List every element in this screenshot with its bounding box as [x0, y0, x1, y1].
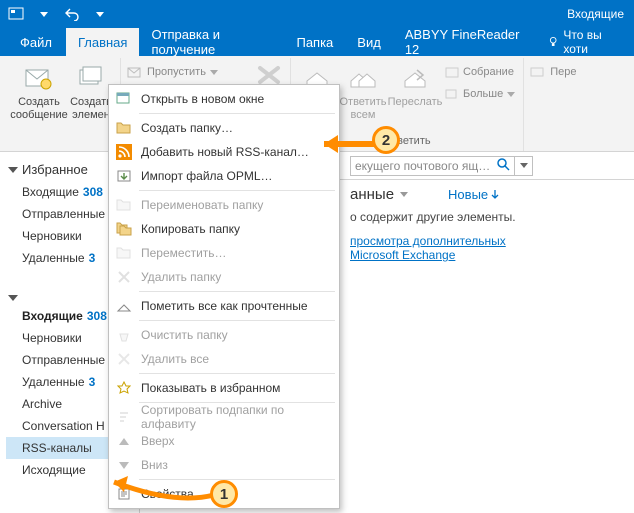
chevron-down-icon[interactable] — [400, 192, 408, 197]
move-folder-icon — [115, 244, 133, 262]
open-window-icon — [115, 90, 133, 108]
ctx-cleanup-folder: Очистить папку — [111, 323, 337, 347]
ctx-move-folder: Переместить… — [111, 241, 337, 265]
nav-inbox-fav-count: 308 — [83, 185, 103, 199]
ctx-show-in-favorites[interactable]: Показывать в избранном — [111, 376, 337, 400]
tab-send-receive[interactable]: Отправка и получение — [139, 28, 284, 56]
ctx-delete-all: Удалить все — [111, 347, 337, 371]
nav-inbox-count: 308 — [87, 309, 107, 323]
reading-line: о содержит другие элементы. — [350, 210, 630, 224]
chevron-down-icon — [210, 70, 218, 75]
ctx-sort-subfolders: Сортировать подпапки по алфавиту — [111, 405, 337, 429]
chevron-down-icon — [507, 92, 515, 97]
ctx-mark-all-read[interactable]: Пометить все как прочтенные — [111, 294, 337, 318]
forward-label: Переслать — [388, 96, 443, 109]
new-email-icon — [23, 62, 55, 94]
new-email-button[interactable]: Создать сообщение — [10, 60, 68, 121]
collapse-icon — [8, 167, 18, 173]
favorites-icon — [115, 379, 133, 397]
reply-all-icon — [347, 62, 379, 94]
title-bar: Входящие — [0, 0, 634, 28]
search-input[interactable]: екущего почтового ящ… — [350, 156, 515, 176]
app-icon[interactable] — [4, 3, 28, 25]
delete-folder-icon — [115, 268, 133, 286]
delete-all-icon — [115, 350, 133, 368]
search-scope-dropdown[interactable] — [515, 156, 533, 176]
arrow-up-icon — [115, 432, 133, 450]
ribbon-group-move: Пере — [524, 58, 582, 151]
tab-view[interactable]: Вид — [345, 28, 393, 56]
tab-home[interactable]: Главная — [66, 28, 139, 56]
cleanup-icon — [115, 326, 133, 344]
more-label: Больше — [463, 88, 503, 100]
ctx-add-rss[interactable]: Добавить новый RSS-канал… — [111, 140, 337, 164]
annotation-arrow-1 — [94, 470, 224, 510]
rename-icon — [115, 196, 133, 214]
forward-icon — [399, 62, 431, 94]
sort-newest-label: Новые — [448, 187, 488, 202]
quick-access-toolbar — [4, 3, 112, 25]
copy-folder-icon — [115, 220, 133, 238]
ctx-new-folder[interactable]: Создать папку… — [111, 116, 337, 140]
ctx-copy-folder[interactable]: Копировать папку — [111, 217, 337, 241]
forward-button[interactable]: Переслать — [389, 60, 441, 121]
annotation-arrow-2 — [310, 132, 380, 156]
tell-me[interactable]: Что вы хоти — [535, 28, 634, 56]
sort-newest[interactable]: Новые — [448, 187, 500, 202]
filter-label: анные — [350, 186, 394, 203]
sort-icon — [115, 408, 133, 426]
new-items-icon — [75, 62, 107, 94]
nav-deleted-count: 3 — [89, 375, 96, 389]
ctx-open-new-window[interactable]: Открыть в новом окне — [111, 87, 337, 111]
import-icon — [115, 167, 133, 185]
reading-link-2[interactable]: Microsoft Exchange — [350, 248, 455, 262]
nav-deleted-fav-count: 3 — [89, 251, 96, 265]
meeting-button[interactable]: Собрание — [445, 62, 515, 82]
reply-all-label: Ответить всем — [337, 96, 389, 121]
mark-read-icon — [115, 297, 133, 315]
reading-pane: о содержит другие элементы. просмотра до… — [350, 210, 630, 262]
ribbon-tabs: Файл Главная Отправка и получение Папка … — [0, 28, 634, 56]
tab-file[interactable]: Файл — [6, 28, 66, 56]
rss-icon — [115, 143, 133, 161]
nav-inbox-fav-label: Входящие — [22, 185, 79, 199]
meeting-label: Собрание — [463, 66, 514, 78]
context-menu: Открыть в новом окне Создать папку… Доба… — [108, 84, 340, 509]
favorites-label: Избранное — [22, 162, 88, 177]
ctx-move-up: Вверх — [111, 429, 337, 453]
ribbon-group-new: Создать сообщение Создать элемен — [4, 58, 121, 151]
tab-abbyy[interactable]: ABBYY FineReader 12 — [393, 28, 535, 56]
new-email-label: Создать сообщение — [10, 96, 68, 121]
ctx-delete-folder: Удалить папку — [111, 265, 337, 289]
more-respond-button[interactable]: Больше — [445, 84, 515, 104]
ignore-button[interactable]: Пропустить — [127, 62, 218, 82]
lightbulb-icon — [547, 35, 559, 49]
ctx-import-opml[interactable]: Импорт файла OPML… — [111, 164, 337, 188]
reply-all-button[interactable]: Ответить всем — [337, 60, 389, 121]
ctx-rename-folder: Переименовать папку — [111, 193, 337, 217]
reading-link-1[interactable]: просмотра дополнительных — [350, 234, 506, 248]
annotation-badge-2: 2 — [372, 126, 400, 154]
undo-icon[interactable] — [60, 3, 84, 25]
tab-folder[interactable]: Папка — [284, 28, 345, 56]
sort-arrow-icon — [490, 189, 500, 199]
tell-me-label: Что вы хоти — [563, 28, 622, 56]
annotation-badge-1: 1 — [210, 480, 238, 508]
ignore-label: Пропустить — [147, 66, 206, 78]
move-label: Пере — [550, 66, 576, 78]
qat-customize-icon[interactable] — [88, 3, 112, 25]
qat-dropdown-icon[interactable] — [32, 3, 56, 25]
new-folder-icon — [115, 119, 133, 137]
search-icon[interactable] — [496, 157, 510, 174]
search-placeholder: екущего почтового ящ… — [355, 159, 490, 173]
collapse-icon — [8, 295, 18, 301]
move-button[interactable]: Пере — [530, 62, 576, 82]
window-title: Входящие — [567, 7, 624, 21]
